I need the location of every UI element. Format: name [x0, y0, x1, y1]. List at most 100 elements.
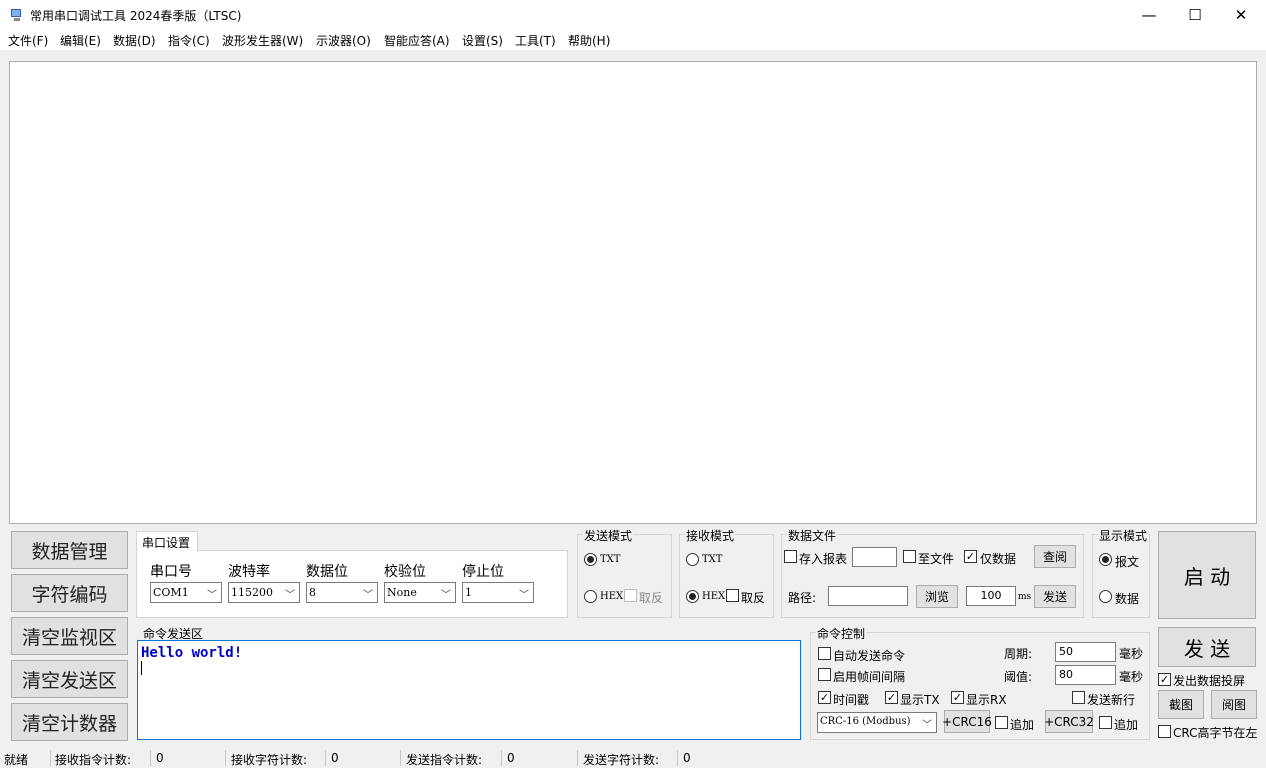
send-hex-label: HEX: [600, 591, 624, 602]
menu-settings[interactable]: 设置(S): [462, 32, 503, 49]
display-report-radio[interactable]: [1099, 553, 1112, 566]
auto-send-label: 自动发送命令: [833, 649, 906, 663]
to-file-checkbox[interactable]: [903, 550, 916, 563]
crc-high-checkbox[interactable]: [1158, 725, 1171, 738]
port-select[interactable]: COM1 ﹀: [150, 582, 222, 603]
send-cmd-count-value: 0: [507, 751, 515, 765]
baud-select[interactable]: 115200 ﹀: [228, 582, 300, 603]
send-txt-radio[interactable]: [584, 553, 597, 566]
status-divider: [677, 750, 678, 766]
status-divider: [400, 750, 401, 766]
monitor-area[interactable]: [9, 61, 1257, 524]
query-button[interactable]: 查阅: [1034, 545, 1076, 568]
send-button[interactable]: 发 送: [1158, 627, 1256, 667]
display-mode-title: 显示模式: [1098, 527, 1149, 544]
send-invert-checkbox[interactable]: [624, 589, 637, 602]
path-label: 路径:: [788, 591, 817, 605]
save-report-label: 存入报表: [799, 552, 848, 566]
screenshot-button[interactable]: 截图: [1158, 690, 1204, 719]
databits-select[interactable]: 8 ﹀: [306, 582, 378, 603]
tab-serial-settings[interactable]: 串口设置: [136, 531, 198, 552]
stopbits-select[interactable]: 1 ﹀: [462, 582, 534, 603]
show-tx-checkbox[interactable]: ✓: [885, 691, 898, 704]
save-report-checkbox[interactable]: [784, 550, 797, 563]
append-crc16-checkbox[interactable]: [995, 716, 1008, 729]
recv-hex-radio[interactable]: [686, 590, 699, 603]
display-data-label: 数据: [1115, 592, 1140, 606]
text-cursor: [141, 661, 142, 675]
parity-select[interactable]: None ﹀: [384, 582, 456, 603]
status-divider: [501, 750, 502, 766]
view-image-button[interactable]: 阅图: [1211, 690, 1257, 719]
append-crc16-label: 追加: [1010, 718, 1035, 732]
period-input[interactable]: 50: [1055, 642, 1116, 662]
echo-label: 发出数据投屏: [1173, 674, 1246, 688]
command-textarea[interactable]: Hello world!: [137, 640, 801, 740]
chevron-down-icon: ﹀: [285, 590, 295, 601]
clear-send-button[interactable]: 清空发送区: [11, 660, 128, 698]
data-file-title: 数据文件: [787, 527, 838, 544]
send-newline-checkbox[interactable]: [1072, 691, 1085, 704]
port-label: 串口号: [150, 564, 192, 580]
char-encoding-button[interactable]: 字符编码: [11, 574, 128, 612]
report-name-input[interactable]: [852, 547, 897, 567]
display-data-radio[interactable]: [1099, 590, 1112, 603]
send-txt-label: TXT: [600, 554, 621, 565]
interval-input[interactable]: 100: [966, 586, 1016, 606]
tab-label: 串口设置: [142, 536, 191, 550]
append-crc32-checkbox[interactable]: [1099, 716, 1112, 729]
app-icon: [11, 9, 21, 21]
crc16-button[interactable]: +CRC16: [942, 710, 992, 733]
start-button[interactable]: 启 动: [1158, 531, 1256, 619]
data-management-button[interactable]: 数据管理: [11, 531, 128, 569]
menu-tools[interactable]: 工具(T): [515, 32, 556, 49]
maximize-button[interactable]: ☐: [1172, 0, 1218, 30]
menu-help[interactable]: 帮助(H): [568, 32, 610, 49]
recv-hex-label: HEX: [702, 591, 726, 602]
chevron-down-icon: ﹀: [207, 590, 217, 601]
send-invert-label: 取反: [639, 591, 664, 605]
send-hex-radio[interactable]: [584, 590, 597, 603]
echo-checkbox[interactable]: ✓: [1158, 673, 1171, 686]
path-input[interactable]: [828, 586, 908, 606]
file-send-button[interactable]: 发送: [1034, 585, 1076, 608]
menu-waveform[interactable]: 波形发生器(W): [222, 32, 303, 49]
clear-counter-button[interactable]: 清空计数器: [11, 703, 128, 741]
display-report-label: 报文: [1115, 555, 1140, 569]
status-ready: 就绪: [4, 753, 29, 767]
auto-send-checkbox[interactable]: [818, 647, 831, 660]
close-button[interactable]: ✕: [1218, 0, 1264, 30]
menu-command[interactable]: 指令(C): [168, 32, 210, 49]
to-file-label: 至文件: [918, 552, 955, 566]
recv-txt-radio[interactable]: [686, 553, 699, 566]
stopbits-label: 停止位: [462, 564, 504, 580]
menu-oscilloscope[interactable]: 示波器(O): [316, 32, 371, 49]
period-unit: 毫秒: [1119, 647, 1144, 661]
crc-type-select[interactable]: CRC-16 (Modbus) ﹀: [817, 712, 937, 733]
crc-high-label: CRC高字节在左: [1173, 726, 1258, 740]
menu-data[interactable]: 数据(D): [113, 32, 156, 49]
chevron-down-icon: ﹀: [519, 590, 529, 601]
browse-button[interactable]: 浏览: [916, 585, 958, 608]
show-rx-checkbox[interactable]: ✓: [951, 691, 964, 704]
append-crc32-label: 追加: [1114, 718, 1139, 732]
chevron-down-icon: ﹀: [922, 720, 932, 731]
recv-cmd-count-value: 0: [156, 751, 164, 765]
crc32-button[interactable]: +CRC32: [1044, 710, 1094, 733]
recv-char-count-label: 接收字符计数:: [231, 753, 308, 767]
timestamp-label: 时间戳: [833, 693, 870, 707]
chevron-down-icon: ﹀: [441, 590, 451, 601]
threshold-input[interactable]: 80: [1055, 665, 1116, 685]
minimize-button[interactable]: —: [1126, 0, 1172, 30]
status-divider: [225, 750, 226, 766]
databits-label: 数据位: [306, 564, 348, 580]
recv-txt-label: TXT: [702, 554, 723, 565]
menu-edit[interactable]: 编辑(E): [60, 32, 101, 49]
timestamp-checkbox[interactable]: ✓: [818, 691, 831, 704]
menu-file[interactable]: 文件(F): [8, 32, 48, 49]
frame-interval-checkbox[interactable]: [818, 668, 831, 681]
clear-monitor-button[interactable]: 清空监视区: [11, 617, 128, 655]
recv-invert-checkbox[interactable]: [726, 589, 739, 602]
menu-auto-reply[interactable]: 智能应答(A): [384, 32, 450, 49]
data-only-checkbox[interactable]: ✓: [964, 550, 977, 563]
